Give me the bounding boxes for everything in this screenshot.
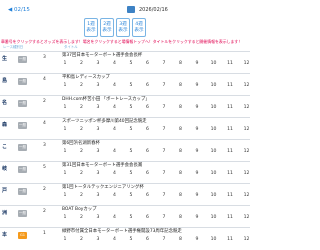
grade-badge: 一般 xyxy=(18,78,27,85)
table-header: レース種別日 タイトル xyxy=(0,44,250,50)
venue-name-link[interactable]: 島 xyxy=(2,77,8,84)
grade-badge: G1 xyxy=(18,232,27,239)
grade-badge: 一般 xyxy=(18,144,27,151)
day-number: 1 xyxy=(43,231,46,236)
venue-row: 戸一般 2 第1回トータルテックエンジニアリング杯 1 2 3 4 5 6 7 8 9 10 11 12 xyxy=(0,183,250,205)
race-title-link[interactable]: 第1回トータルテックエンジニアリング杯 xyxy=(62,184,144,190)
grade-badge: 一般 xyxy=(18,56,27,63)
day-number: 4 xyxy=(43,77,46,82)
race-number-link[interactable]: 12 xyxy=(237,148,257,156)
race-number-link[interactable]: 12 xyxy=(237,60,257,68)
top-bar: ◀ 02/15 2026/02/16 1週 表示 2週 表示 3週 表示 4週 … xyxy=(0,0,250,42)
day-number: 2 xyxy=(43,209,46,214)
calendar-icon[interactable] xyxy=(127,6,135,13)
venue-row: 生一般 3 第37回日本モーターボート選手会会長杯 1 2 3 4 5 6 7 8 9 10 11 12 xyxy=(0,51,250,73)
race-title-link[interactable]: 第37回日本モーターボート選手会会長杯 xyxy=(62,52,142,58)
day-number: 2 xyxy=(43,99,46,104)
day-number: 3 xyxy=(43,143,46,148)
week-4-sub: 表示 xyxy=(134,28,144,33)
grade-badge: 一般 xyxy=(18,188,27,195)
venue-row: 島一般 4 平和島レディースカップ 1 2 3 4 5 6 7 8 9 10 11 12 xyxy=(0,73,250,95)
race-title-link[interactable]: 第6回浜名湖新春杯 xyxy=(62,140,100,146)
race-title-link[interactable]: BOAT Boyカップ xyxy=(62,206,97,212)
race-number-link[interactable]: 12 xyxy=(237,170,257,178)
venue-name-link[interactable]: 洲 xyxy=(2,209,8,216)
week-2-button[interactable]: 2週 表示 xyxy=(100,18,114,37)
column-series: レース種別日 xyxy=(3,45,24,49)
race-number-link[interactable]: 12 xyxy=(237,104,257,112)
week-2-sub: 表示 xyxy=(102,28,112,33)
venue-row: こ一般 3 第6回浜名湖新春杯 1 2 3 4 5 6 7 8 9 10 11 12 xyxy=(0,139,250,161)
race-title-link[interactable]: スポーツニッポン杯多摩川第40回記念競走 xyxy=(62,118,147,124)
race-title-link[interactable]: DHH.com杯苦小田 「ボートレースカップ」 xyxy=(62,96,150,102)
race-number-link[interactable]: 12 xyxy=(237,82,257,90)
race-number-link[interactable]: 12 xyxy=(237,126,257,134)
race-number-link[interactable]: 12 xyxy=(237,214,257,222)
grade-badge: 一般 xyxy=(18,122,27,129)
week-3-button[interactable]: 3週 表示 xyxy=(116,18,130,37)
venue-row: 森一般 4 スポーツニッポン杯多摩川第40回記念競走 1 2 3 4 5 6 7 8 9 10 11 12 xyxy=(0,117,250,139)
venue-row: 洲一般 2 BOAT Boyカップ 1 2 3 4 5 6 7 8 9 10 11 12 xyxy=(0,205,250,227)
day-number: 2 xyxy=(43,187,46,192)
week-1-button[interactable]: 1週 表示 xyxy=(84,18,98,37)
day-number: 4 xyxy=(43,121,46,126)
grade-badge: 一般 xyxy=(18,210,27,217)
venue-row: 本 G1 1 緑野市付属全日本モーターボート選手権開設73周年記念競走 1 2 3 4 5 6 7 8… xyxy=(0,227,250,249)
venue-name-link[interactable]: 戸 xyxy=(2,187,8,194)
week-4-button[interactable]: 4週 表示 xyxy=(132,18,146,37)
grade-badge: 一般 xyxy=(18,166,27,173)
venue-name-link[interactable]: こ xyxy=(2,143,8,150)
race-number-link[interactable]: 12 xyxy=(237,236,257,244)
venue-name-link[interactable]: 森 xyxy=(2,121,8,128)
venue-row: 名一般 2 DHH.com杯苦小田 「ボートレースカップ」 1 2 3 4 5 6 7 8 9 10 11… xyxy=(0,95,250,117)
race-title-link[interactable]: 第31回日本モーターボート選手会会長賞 xyxy=(62,162,142,168)
venue-row: 岐一般 5 第31回日本モーターボート選手会会長賞 1 2 3 4 5 6 7 8 9 10 11 12 xyxy=(0,161,250,183)
race-title-link[interactable]: 平和島レディースカップ xyxy=(62,74,110,80)
venue-name-link[interactable]: 名 xyxy=(2,99,8,106)
grade-badge: 一般 xyxy=(18,100,27,107)
venue-name-link[interactable]: 生 xyxy=(2,55,8,62)
week-3-sub: 表示 xyxy=(118,28,128,33)
venue-name-link[interactable]: 岐 xyxy=(2,165,8,172)
day-number: 3 xyxy=(43,55,46,60)
race-title-link[interactable]: 緑野市付属全日本モーターボート選手権開設73周年記念競走 xyxy=(62,228,182,234)
race-number-link[interactable]: 12 xyxy=(237,192,257,200)
column-title: タイトル xyxy=(64,45,78,49)
current-date: 2026/02/16 xyxy=(139,7,168,13)
venue-name-link[interactable]: 本 xyxy=(2,231,8,238)
week-1-sub: 表示 xyxy=(86,28,96,33)
prev-day-link[interactable]: ◀ 02/15 xyxy=(8,7,30,13)
day-number: 5 xyxy=(43,165,46,170)
